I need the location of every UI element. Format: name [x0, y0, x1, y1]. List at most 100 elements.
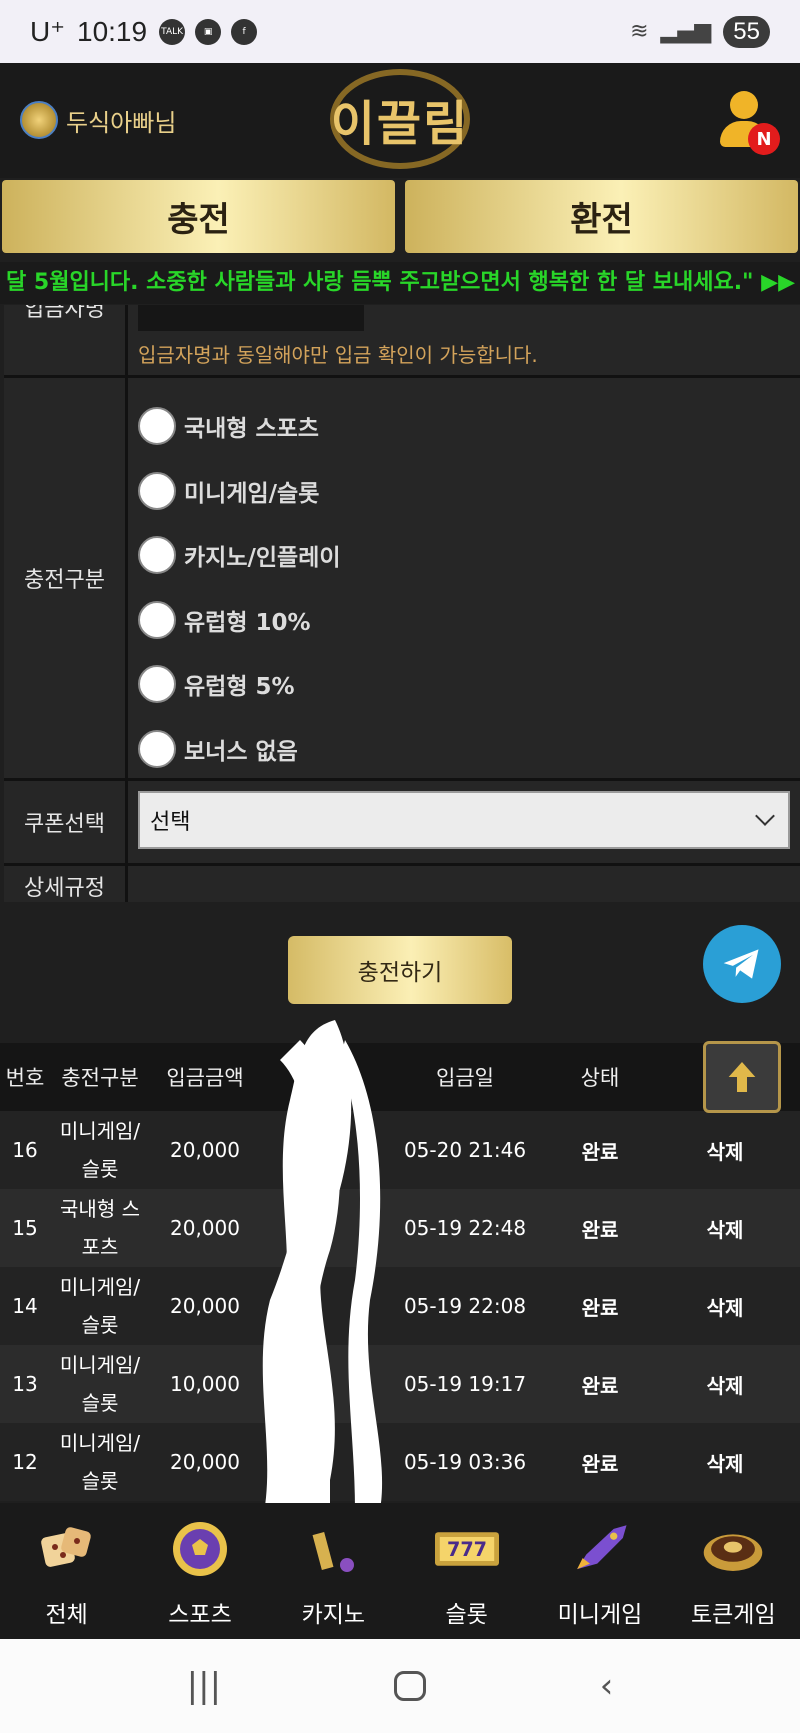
charge-type-row: 충전구분 국내형 스포츠 미니게임/슬롯 카지노/인플레이 유럽형 10% 유럽… — [4, 378, 800, 781]
notice-marquee: 달 5월입니다. 소중한 사람들과 사랑 듬뿍 주고받으면서 행복한 한 달 보… — [0, 262, 800, 304]
cell-date: 05-19 22:08 — [403, 1294, 527, 1318]
clock: 10:19 — [77, 15, 148, 47]
radio-circle[interactable] — [138, 471, 176, 510]
radio-option[interactable]: 국내형 스포츠 — [138, 394, 800, 459]
radio-label: 유럽형 10% — [184, 609, 311, 636]
notification-badge: N — [748, 123, 780, 155]
nav-item-token-game[interactable]: 토큰게임 — [667, 1503, 800, 1639]
table-row: 14 미니게임/슬롯 20,000 05-19 22:08 완료 삭제 — [0, 1267, 800, 1345]
cell-no: 15 — [12, 1216, 38, 1240]
cell-amount: 20,000 — [170, 1216, 240, 1240]
radio-label: 보너스 없음 — [184, 738, 298, 765]
cell-status: 완료 — [581, 1139, 619, 1164]
delete-button[interactable]: 삭제 — [650, 1370, 800, 1399]
nav-label: 토큰게임 — [690, 1602, 776, 1628]
radio-option[interactable]: 유럽형 10% — [138, 588, 800, 653]
wifi-icon: ≋ — [630, 19, 649, 44]
coupon-select[interactable]: 선택 — [138, 791, 790, 849]
cell-type: 미니게임/슬롯 — [59, 1275, 141, 1337]
rules-content — [128, 866, 800, 902]
site-header: 두식아빠님 이끌림 N — [0, 63, 800, 178]
nav-label: 전체 — [45, 1602, 88, 1628]
rank-badge-icon — [20, 101, 58, 139]
nav-item-slot[interactable]: 777 슬롯 — [400, 1503, 533, 1639]
delete-button[interactable]: 삭제 — [650, 1448, 800, 1477]
coupon-row: 쿠폰선택 선택 — [4, 781, 800, 866]
roulette-icon — [701, 1519, 765, 1579]
battery-indicator: 55 — [723, 15, 770, 48]
cell-date: 05-19 19:17 — [403, 1372, 527, 1396]
chevron-down-icon — [755, 806, 775, 826]
cell-no: 16 — [12, 1138, 38, 1162]
exchange-button[interactable]: 환전 — [405, 180, 798, 253]
nav-item-casino[interactable]: 카지노 — [267, 1503, 400, 1639]
charge-type-label: 충전구분 — [4, 378, 128, 778]
site-logo[interactable]: 이끌림 — [330, 69, 470, 169]
casino-chips-icon — [301, 1519, 365, 1579]
carrier-label: U⁺ — [30, 16, 65, 47]
table-row: 15 국내형 스포츠 20,000 05-19 22:48 완료 삭제 — [0, 1189, 800, 1267]
home-icon[interactable] — [394, 1671, 427, 1701]
radio-circle[interactable] — [138, 665, 176, 704]
radio-circle[interactable] — [138, 536, 176, 575]
delete-button[interactable]: 삭제 — [650, 1214, 800, 1243]
radio-label: 국내형 스포츠 — [184, 416, 319, 443]
cell-status: 완료 — [581, 1295, 619, 1320]
col-header: 상태 — [580, 1066, 620, 1090]
radio-circle[interactable] — [138, 729, 176, 768]
username: 두식아빠님 — [66, 108, 177, 137]
radio-circle[interactable] — [138, 407, 176, 446]
profile-button[interactable]: N — [718, 91, 780, 155]
col-header: 충전구분 — [61, 1066, 139, 1090]
radio-option[interactable]: 보너스 없음 — [138, 717, 800, 782]
scan-icon: ▣ — [195, 18, 222, 45]
charge-history-table: 번호 충전구분 입금금액 입금 입금일 상태 16 미니게임/슬롯 20,000… — [0, 1043, 800, 1501]
table-row: 16 미니게임/슬롯 20,000 05-20 21:46 완료 삭제 — [0, 1111, 800, 1189]
radio-option[interactable]: 유럽형 5% — [138, 652, 800, 717]
depositor-label: 입금자명 — [4, 305, 128, 375]
slot-777-icon: 777 — [434, 1519, 499, 1579]
scroll-to-top-button[interactable] — [703, 1041, 781, 1113]
submit-charge-button[interactable]: 충전하기 — [288, 936, 512, 1004]
delete-button[interactable]: 삭제 — [650, 1292, 800, 1321]
logo-text: 이끌림 — [330, 96, 470, 152]
radio-label: 유럽형 5% — [184, 674, 295, 701]
nav-label: 미니게임 — [557, 1602, 643, 1628]
charge-button[interactable]: 충전 — [2, 180, 395, 253]
rules-row: 상세규정 — [4, 866, 800, 902]
signal-icon: ▂▄▆ — [660, 19, 712, 44]
telegram-button[interactable] — [703, 925, 781, 1003]
cell-no: 13 — [12, 1372, 38, 1396]
col-header: 입금일 — [436, 1066, 494, 1090]
radio-option[interactable]: 카지노/인플레이 — [138, 523, 800, 588]
user-info[interactable]: 두식아빠님 — [20, 101, 176, 139]
dice-icon — [35, 1519, 99, 1579]
nav-item-minigame[interactable]: 미니게임 — [533, 1503, 666, 1639]
radio-option[interactable]: 미니게임/슬롯 — [138, 459, 800, 524]
talk-icon: TALK — [159, 18, 186, 45]
nav-label: 슬롯 — [445, 1602, 488, 1628]
svg-text:777: 777 — [447, 1538, 487, 1561]
nav-item-sports[interactable]: 스포츠 — [133, 1503, 266, 1639]
recent-apps-icon[interactable]: ||| — [187, 1666, 221, 1706]
cell-amount: 20,000 — [170, 1294, 240, 1318]
rules-label: 상세규정 — [4, 866, 128, 902]
nav-item-all[interactable]: 전체 — [0, 1503, 133, 1639]
charge-type-options: 국내형 스포츠 미니게임/슬롯 카지노/인플레이 유럽형 10% 유럽형 5% … — [128, 378, 800, 778]
system-navigation-bar: ||| ‹ — [0, 1639, 800, 1733]
table-header: 번호 충전구분 입금금액 입금 입금일 상태 — [0, 1043, 800, 1111]
radio-circle[interactable] — [138, 600, 176, 639]
depositor-row: 입금자명 입금자명과 동일해야만 입금 확인이 가능합니다. — [4, 305, 800, 378]
depositor-input[interactable] — [138, 305, 364, 331]
status-bar: U⁺ 10:19 TALK ▣ f ≋ ▂▄▆ 55 — [0, 0, 800, 63]
coupon-select-value: 선택 — [150, 810, 191, 835]
back-icon[interactable]: ‹ — [600, 1666, 614, 1706]
delete-button[interactable]: 삭제 — [650, 1136, 800, 1165]
col-header: 번호 — [5, 1066, 45, 1090]
cell-no: 14 — [12, 1294, 38, 1318]
cell-no: 12 — [12, 1450, 38, 1474]
table-row: 13 미니게임/슬롯 10,000 05-19 19:17 완료 삭제 — [0, 1345, 800, 1423]
facebook-icon: f — [231, 18, 258, 45]
cell-type: 미니게임/슬롯 — [59, 1431, 141, 1493]
charge-form: 입금자명 입금자명과 동일해야만 입금 확인이 가능합니다. 충전구분 국내형 … — [4, 305, 800, 902]
